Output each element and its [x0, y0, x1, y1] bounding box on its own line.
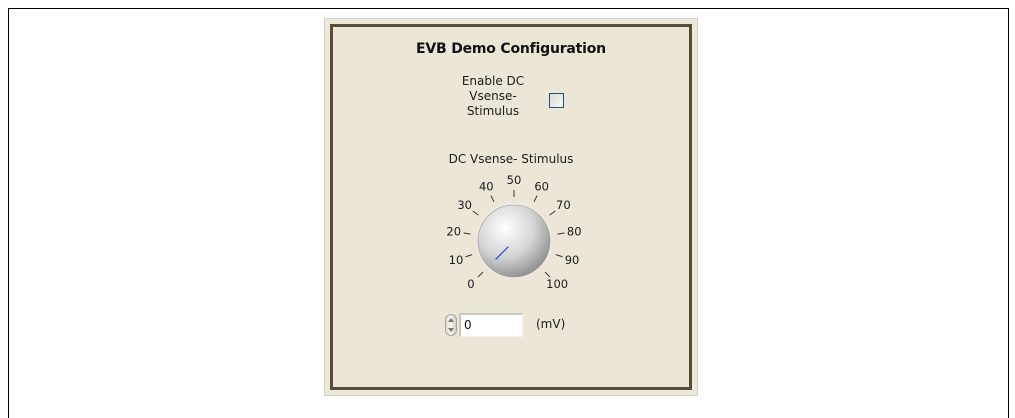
- knob-tick-label: 50: [507, 173, 522, 187]
- knob-tick-label: 100: [546, 277, 568, 291]
- unit-label: (mV): [536, 317, 566, 331]
- enable-dc-vsense-stimulus-label: Enable DC Vsense- Stimulus: [451, 74, 535, 119]
- enable-label-line-3: Stimulus: [466, 104, 520, 118]
- increment-decrement-button[interactable]: [445, 314, 457, 336]
- evb-demo-configuration-panel: EVB Demo Configuration Enable DC Vsense-…: [324, 18, 698, 396]
- dc-vsense-stimulus-knob-control: 0 10 20 30 40 50 60 70 80 90 100: [424, 171, 604, 303]
- knob-tick-mark: [533, 195, 538, 203]
- knob-dial[interactable]: [477, 204, 551, 278]
- spin-down-icon: [448, 328, 454, 332]
- knob-tick-mark: [463, 232, 471, 235]
- knob-tick-mark: [549, 210, 556, 216]
- knob-tick-label: 10: [449, 253, 464, 267]
- knob-tick-mark: [472, 210, 479, 216]
- knob-tick-mark: [465, 254, 473, 258]
- knob-tick-label: 80: [567, 224, 582, 238]
- knob-tick-label: 70: [556, 198, 571, 212]
- knob-tick-label: 40: [479, 180, 494, 194]
- knob-tick-label: 20: [446, 224, 461, 238]
- panel-frame: EVB Demo Configuration Enable DC Vsense-…: [330, 24, 692, 390]
- knob-tick-mark: [490, 195, 495, 203]
- enable-label-line-2: Vsense-: [469, 89, 517, 103]
- knob-svg: 010 20 30 40 50 60 70 80 90 100: [446, 173, 582, 291]
- panel-title: EVB Demo Configuration: [416, 41, 606, 57]
- spin-up-icon: [448, 318, 454, 322]
- knob-tick-mark: [557, 232, 565, 235]
- knob-tick-label: 30: [457, 198, 472, 212]
- knob-tick-label: 0: [467, 277, 474, 291]
- knob-tick-mark: [477, 271, 484, 278]
- dc-vsense-stimulus-value-input[interactable]: 0: [459, 313, 523, 337]
- knob-tick-label: 90: [565, 253, 580, 267]
- enable-label-line-1: Enable DC: [461, 74, 525, 88]
- knob-tick-mark: [555, 254, 563, 258]
- knob-label: DC Vsense- Stimulus: [448, 152, 574, 166]
- enable-dc-vsense-stimulus-checkbox[interactable]: [549, 93, 564, 108]
- knob-tick-label: 60: [534, 180, 549, 194]
